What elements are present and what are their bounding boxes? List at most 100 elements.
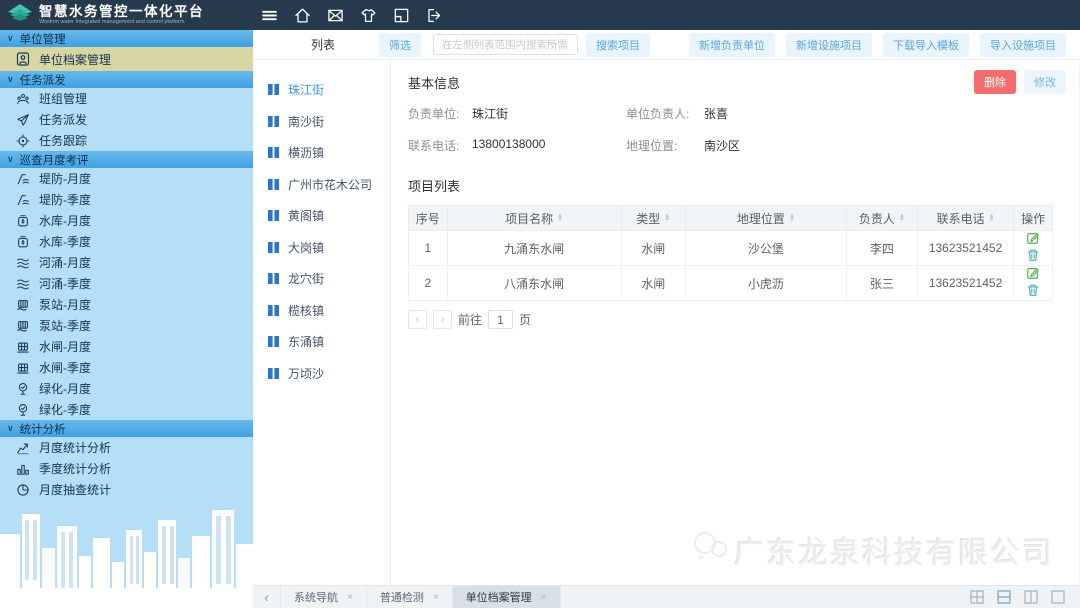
hsplit-layout-icon[interactable]: [997, 590, 1011, 604]
list-item[interactable]: 南沙街: [253, 106, 390, 138]
table-column-header[interactable]: 负责人▲▼: [846, 206, 917, 231]
info-field-label: 负责单位:: [408, 105, 472, 122]
footer-tab[interactable]: 系统导航 ×: [281, 586, 367, 608]
table-column-header[interactable]: 联系电话▲▼: [917, 206, 1014, 231]
sidebar-section-header[interactable]: ∨巡查月度考评: [0, 151, 253, 168]
grid-layout-icon[interactable]: [970, 590, 984, 604]
river-icon: [15, 276, 31, 292]
list-item[interactable]: 东涌镇: [253, 326, 390, 358]
menu-icon[interactable]: [257, 3, 281, 27]
sidebar-section-header[interactable]: ∨任务派发: [0, 71, 253, 88]
sidebar-item-label: 单位档案管理: [39, 51, 111, 68]
footer-tab[interactable]: 普通检测×: [367, 586, 453, 608]
grid-bullet-icon: [268, 273, 279, 284]
sort-icon[interactable]: ▲▼: [989, 214, 995, 223]
list-item[interactable]: 黄阁镇: [253, 200, 390, 232]
table-column-header[interactable]: 项目名称▲▼: [447, 206, 621, 231]
sidebar-item-label: 泵站-季度: [39, 317, 91, 334]
reservoir-icon: [15, 234, 31, 250]
sidebar-item[interactable]: 任务跟踪: [0, 130, 253, 151]
toolbar-action-button[interactable]: 新增设施项目: [786, 33, 872, 57]
sidebar-item[interactable]: 绿化-季度: [0, 399, 253, 420]
sidebar-item[interactable]: 河涌-季度: [0, 273, 253, 294]
table-cell: 2: [409, 266, 448, 301]
sidebar-item[interactable]: 泵站-季度: [0, 315, 253, 336]
close-icon[interactable]: ×: [541, 592, 547, 603]
theme-icon[interactable]: [356, 3, 380, 27]
sidebar-item[interactable]: 水闸-月度: [0, 336, 253, 357]
info-field-value: 南沙区: [704, 137, 740, 154]
vsplit-layout-icon[interactable]: [1024, 590, 1038, 604]
table-column-header[interactable]: 类型▲▼: [621, 206, 685, 231]
layout-icon[interactable]: [389, 3, 413, 27]
platform-logo-icon: [8, 4, 32, 26]
tabs-scroll-left-icon[interactable]: ‹: [253, 586, 281, 608]
list-item-label: 珠江街: [288, 81, 324, 98]
sort-icon[interactable]: ▲▼: [557, 214, 563, 223]
header-icon-bar: [253, 3, 446, 27]
footer-tab-label: 系统导航: [294, 589, 338, 605]
list-item[interactable]: 万顷沙: [253, 358, 390, 390]
info-field-label: 联系电话:: [408, 137, 472, 154]
info-field: 联系电话:13800138000: [408, 137, 626, 154]
app-window: 智慧水务管控一体化平台 Wisdom water Integrated mana…: [0, 0, 1080, 608]
sidebar-item[interactable]: 任务派发: [0, 109, 253, 130]
close-icon[interactable]: ×: [433, 592, 439, 603]
single-layout-icon[interactable]: [1051, 590, 1065, 604]
footer-tab[interactable]: 单位档案管理 ×: [453, 586, 561, 608]
sidebar-item[interactable]: 月度统计分析: [0, 437, 253, 458]
delete-button[interactable]: 删除: [974, 70, 1016, 94]
sidebar-item[interactable]: 单位档案管理: [0, 47, 253, 71]
filter-button[interactable]: 筛选: [379, 33, 421, 57]
edit-icon[interactable]: [1022, 266, 1044, 283]
toolbar-action-button[interactable]: 导入设施项目: [980, 33, 1066, 57]
search-input[interactable]: [433, 34, 578, 55]
sidebar-item[interactable]: 堤防-月度: [0, 168, 253, 189]
sort-icon[interactable]: ▲▼: [789, 214, 795, 223]
sidebar-section-header[interactable]: ∨统计分析: [0, 420, 253, 437]
sidebar-section-header[interactable]: ∨单位管理: [0, 30, 253, 47]
modify-button[interactable]: 修改: [1024, 70, 1066, 94]
home-icon[interactable]: [290, 3, 314, 27]
list-item-label: 广州市花木公司: [288, 176, 372, 193]
chart-bar-icon: [15, 461, 31, 477]
sidebar-item[interactable]: 班组管理: [0, 88, 253, 109]
sidebar-item[interactable]: 水库-季度: [0, 231, 253, 252]
list-item[interactable]: 珠江街: [253, 74, 390, 106]
list-item[interactable]: 广州市花木公司: [253, 169, 390, 201]
close-icon[interactable]: ×: [347, 592, 353, 603]
list-item[interactable]: 榄核镇: [253, 295, 390, 327]
archive-icon: [15, 51, 31, 67]
sort-icon[interactable]: ▲▼: [899, 214, 905, 223]
sidebar-item[interactable]: 水库-月度: [0, 210, 253, 231]
page-number-input[interactable]: [488, 310, 513, 329]
next-page-button[interactable]: ›: [433, 310, 452, 329]
platform-subtitle: Wisdom water Integrated management and c…: [39, 19, 191, 25]
sidebar-item[interactable]: 泵站-月度: [0, 294, 253, 315]
list-item[interactable]: 龙穴街: [253, 263, 390, 295]
mail-icon[interactable]: [323, 3, 347, 27]
sidebar-item[interactable]: 堤防-季度: [0, 189, 253, 210]
sort-icon[interactable]: ▲▼: [664, 214, 670, 223]
goto-label: 前往: [458, 311, 482, 328]
sidebar-item[interactable]: 月度抽查统计: [0, 479, 253, 500]
footer-tab-label: 单位档案管理: [466, 589, 532, 605]
table-column-header[interactable]: 地理位置▲▼: [685, 206, 846, 231]
toolbar-action-button[interactable]: 下载导入模板: [883, 33, 969, 57]
delete-icon[interactable]: [1022, 283, 1044, 300]
sidebar-item[interactable]: 水闸-季度: [0, 357, 253, 378]
edit-icon[interactable]: [1022, 231, 1044, 248]
list-item[interactable]: 横沥镇: [253, 137, 390, 169]
logout-icon[interactable]: [422, 3, 446, 27]
sidebar-item[interactable]: 河涌-月度: [0, 252, 253, 273]
sidebar-item[interactable]: 绿化-月度: [0, 378, 253, 399]
prev-page-button[interactable]: ‹: [408, 310, 427, 329]
table-cell: 13623521452: [917, 231, 1014, 266]
sidebar-item[interactable]: 季度统计分析: [0, 458, 253, 479]
search-button[interactable]: 搜索项目: [586, 33, 650, 57]
list-item[interactable]: 大岗镇: [253, 232, 390, 264]
delete-icon[interactable]: [1022, 248, 1044, 265]
sidebar-section-label: 单位管理: [20, 31, 66, 47]
top-header: 智慧水务管控一体化平台 Wisdom water Integrated mana…: [0, 0, 1080, 30]
toolbar-action-button[interactable]: 新增负责单位: [689, 33, 775, 57]
